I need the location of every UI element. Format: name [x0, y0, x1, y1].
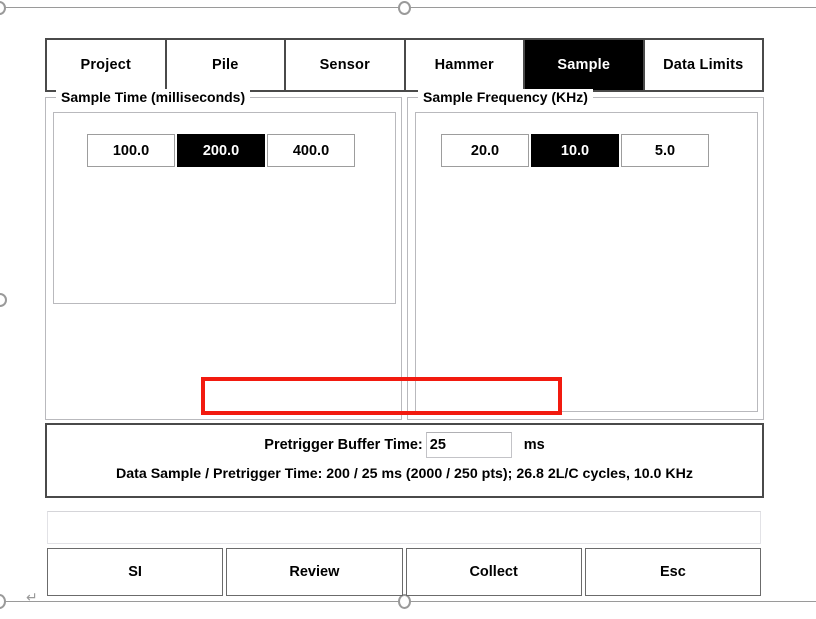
pretrigger-row: Pretrigger Buffer Time: ms	[47, 430, 762, 460]
tab-sensor[interactable]: Sensor	[284, 38, 406, 92]
sample-time-options: 100.0 200.0 400.0	[87, 134, 355, 167]
application-window: Project Pile Sensor Hammer Sample Data L…	[45, 38, 764, 578]
selection-handle-left[interactable]	[0, 293, 7, 307]
sample-time-option-100[interactable]: 100.0	[87, 134, 175, 167]
message-strip	[47, 511, 761, 544]
sample-frequency-option-20[interactable]: 20.0	[441, 134, 529, 167]
sample-time-option-200[interactable]: 200.0	[177, 134, 265, 167]
tab-project[interactable]: Project	[45, 38, 167, 92]
tab-sample[interactable]: Sample	[523, 38, 645, 92]
sample-time-group: Sample Time (milliseconds) 100.0 200.0 4…	[45, 97, 402, 420]
tab-data-limits[interactable]: Data Limits	[643, 38, 765, 92]
pretrigger-status-box: Pretrigger Buffer Time: ms Data Sample /…	[45, 423, 764, 498]
selection-handle-bottom[interactable]	[398, 594, 411, 609]
selection-handle-top[interactable]	[398, 1, 411, 15]
return-arrow-icon: ↵	[26, 590, 38, 604]
footer-button-bar: SI Review Collect Esc	[47, 548, 761, 596]
sample-time-option-400[interactable]: 400.0	[267, 134, 355, 167]
sample-frequency-group-label: Sample Frequency (KHz)	[418, 89, 593, 105]
esc-button[interactable]: Esc	[585, 548, 761, 596]
screenshot-root: ↵ Project Pile Sensor Hammer Sample Data…	[0, 0, 816, 619]
tab-bar: Project Pile Sensor Hammer Sample Data L…	[45, 38, 764, 92]
si-button[interactable]: SI	[47, 548, 223, 596]
data-sample-status-text: Data Sample / Pretrigger Time: 200 / 25 …	[47, 466, 762, 482]
sample-frequency-option-10[interactable]: 10.0	[531, 134, 619, 167]
review-button[interactable]: Review	[226, 548, 402, 596]
sample-frequency-option-5[interactable]: 5.0	[621, 134, 709, 167]
sample-frequency-group: Sample Frequency (KHz) 20.0 10.0 5.0	[407, 97, 764, 420]
pretrigger-label: Pretrigger Buffer Time:	[264, 437, 422, 453]
collect-button[interactable]: Collect	[406, 548, 582, 596]
pretrigger-unit-label: ms	[524, 437, 545, 453]
selection-handle-bottom-left[interactable]	[0, 594, 6, 609]
tab-pile[interactable]: Pile	[165, 38, 287, 92]
pretrigger-buffer-time-input[interactable]	[426, 432, 512, 458]
selection-handle-top-left[interactable]	[0, 1, 6, 15]
tab-hammer[interactable]: Hammer	[404, 38, 526, 92]
sample-frequency-options: 20.0 10.0 5.0	[441, 134, 709, 167]
sample-time-group-label: Sample Time (milliseconds)	[56, 89, 250, 105]
